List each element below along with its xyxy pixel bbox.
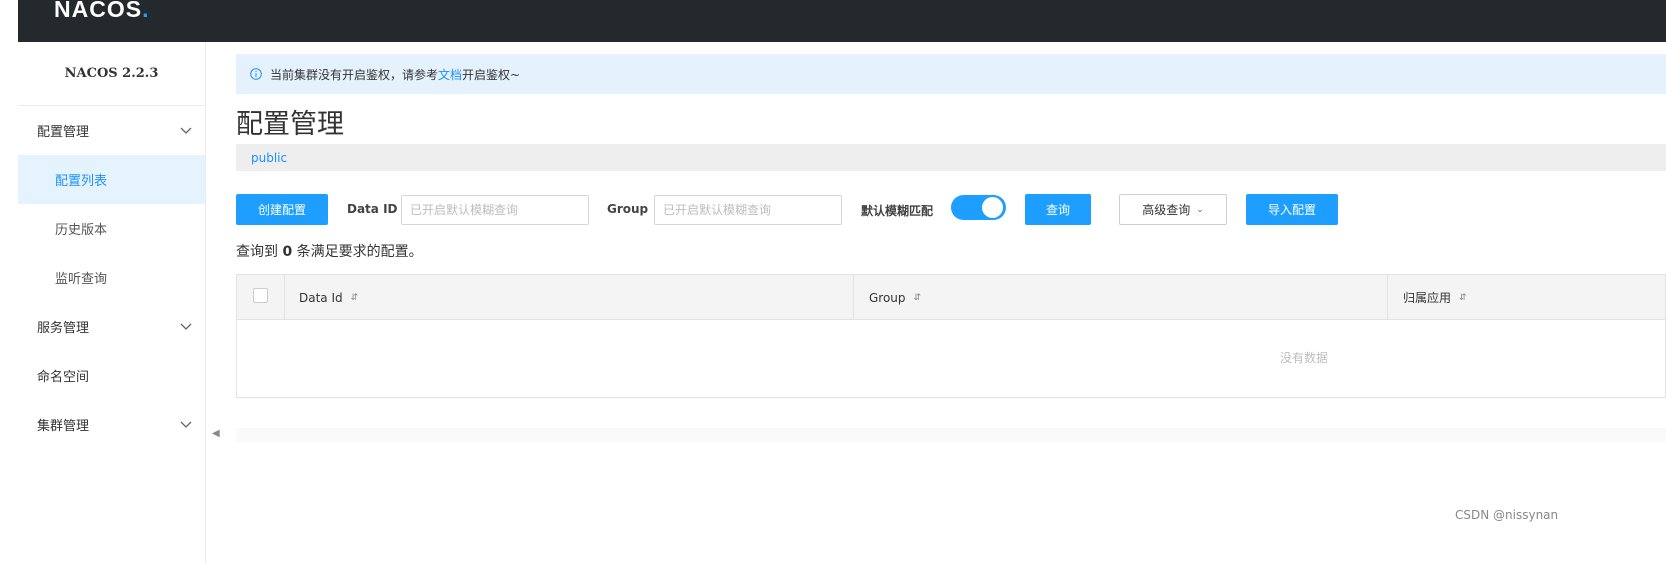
result-summary: 查询到 0 条满足要求的配置。 bbox=[236, 241, 423, 261]
sidebar-item-listener-query[interactable]: 监听查询 bbox=[18, 253, 205, 302]
select-all-checkbox[interactable] bbox=[253, 288, 268, 303]
nacos-logo[interactable]: NACOS. bbox=[54, 0, 149, 23]
import-config-button[interactable]: 导入配置 bbox=[1246, 194, 1338, 225]
sort-icon[interactable]: ⇵ bbox=[351, 293, 359, 303]
group-label: Group bbox=[607, 202, 649, 216]
sidebar-group-config-management[interactable]: 配置管理 bbox=[18, 106, 205, 155]
fuzzy-match-toggle[interactable] bbox=[951, 195, 1006, 220]
namespace-bar: public bbox=[236, 144, 1666, 171]
fuzzy-match-label: 默认模糊匹配 bbox=[861, 204, 934, 218]
sidebar-item-label: 历史版本 bbox=[55, 223, 108, 238]
column-header-dataid[interactable]: Data Id ⇵ bbox=[299, 275, 358, 320]
result-prefix: 查询到 bbox=[236, 244, 278, 260]
sidebar-group-service-management[interactable]: 服务管理 bbox=[18, 302, 205, 351]
table-header: Data Id ⇵ Group ⇵ 归属应用 ⇵ bbox=[237, 275, 1665, 320]
create-config-button[interactable]: 创建配置 bbox=[236, 194, 328, 225]
result-count: 0 bbox=[282, 244, 293, 260]
column-label: Group bbox=[869, 290, 906, 305]
advanced-query-label: 高级查询 bbox=[1142, 203, 1191, 217]
column-header-group[interactable]: Group ⇵ bbox=[869, 275, 921, 320]
sidebar-item-history[interactable]: 历史版本 bbox=[18, 204, 205, 253]
config-table: Data Id ⇵ Group ⇵ 归属应用 ⇵ 没有数据 bbox=[236, 274, 1666, 398]
column-divider bbox=[284, 275, 285, 320]
chevron-down-icon bbox=[180, 323, 192, 330]
search-toolbar: 创建配置 Data ID Group 默认模糊匹配 查询 高级查询 ⌄ 导入配置 bbox=[236, 194, 1666, 226]
query-button[interactable]: 查询 bbox=[1025, 194, 1091, 225]
dataid-label: Data ID bbox=[347, 202, 398, 216]
dataid-input[interactable] bbox=[401, 195, 589, 225]
sidebar-group-cluster-management[interactable]: 集群管理 bbox=[18, 400, 205, 449]
sidebar: NACOS 2.2.3 配置管理 配置列表 历史版本 监听查询 服务管理 命名空… bbox=[18, 42, 206, 564]
column-header-app[interactable]: 归属应用 ⇵ bbox=[1403, 275, 1467, 320]
sort-icon[interactable]: ⇵ bbox=[1459, 293, 1467, 303]
horizontal-scrollbar[interactable]: ◀ bbox=[212, 428, 1666, 442]
info-icon bbox=[250, 68, 262, 80]
logo-text: NACOS bbox=[54, 0, 143, 22]
column-divider bbox=[853, 275, 854, 320]
alert-text-suffix: 开启鉴权~ bbox=[462, 67, 521, 82]
sidebar-group-label: 配置管理 bbox=[37, 125, 90, 140]
auth-alert: 当前集群没有开启鉴权，请参考 文档 开启鉴权~ bbox=[236, 54, 1666, 94]
sidebar-group-label: 命名空间 bbox=[37, 370, 90, 385]
scroll-left-icon[interactable]: ◀ bbox=[212, 428, 220, 439]
sort-icon[interactable]: ⇵ bbox=[914, 293, 922, 303]
result-suffix: 条满足要求的配置。 bbox=[296, 244, 423, 260]
column-divider bbox=[1387, 275, 1388, 320]
chevron-down-icon bbox=[180, 127, 192, 134]
sidebar-group-label: 服务管理 bbox=[37, 321, 90, 336]
left-gutter bbox=[0, 0, 18, 564]
advanced-query-button[interactable]: 高级查询 ⌄ bbox=[1119, 194, 1227, 225]
watermark: CSDN @nissynan bbox=[1455, 508, 1559, 522]
sidebar-item-label: 监听查询 bbox=[55, 272, 108, 287]
column-label: 归属应用 bbox=[1403, 291, 1452, 305]
top-navbar: NACOS. bbox=[18, 0, 1666, 42]
sidebar-item-label: 配置列表 bbox=[55, 174, 108, 189]
alert-doc-link[interactable]: 文档 bbox=[438, 66, 462, 83]
empty-state-text: 没有数据 bbox=[1280, 351, 1329, 365]
chevron-down-icon: ⌄ bbox=[1196, 204, 1204, 215]
chevron-down-icon bbox=[180, 421, 192, 428]
sidebar-group-label: 集群管理 bbox=[37, 419, 90, 434]
namespace-public[interactable]: public bbox=[251, 151, 287, 165]
group-input[interactable] bbox=[654, 195, 842, 225]
alert-text-prefix: 当前集群没有开启鉴权，请参考 bbox=[270, 67, 439, 82]
sidebar-group-namespace[interactable]: 命名空间 bbox=[18, 351, 205, 400]
toggle-knob bbox=[982, 197, 1003, 218]
sidebar-item-config-list[interactable]: 配置列表 bbox=[18, 155, 205, 204]
page-title: 配置管理 bbox=[236, 109, 344, 140]
column-label: Data Id bbox=[299, 290, 343, 305]
version-label: NACOS 2.2.3 bbox=[18, 42, 205, 106]
logo-dot: . bbox=[142, 0, 150, 22]
